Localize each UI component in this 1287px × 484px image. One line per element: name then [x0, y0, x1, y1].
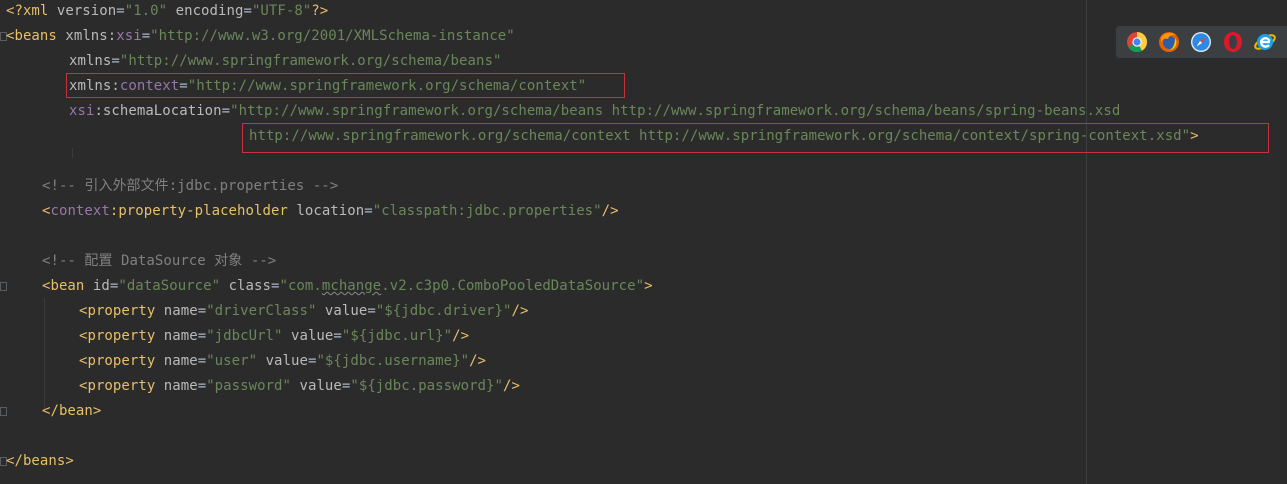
- code-line-bean-close: </bean>: [42, 403, 102, 419]
- code-editor[interactable]: <?xml version="1.0" encoding="UTF-8"?> <…: [0, 0, 1287, 484]
- code-line-property-driverclass: <property name="driverClass" value="${jd…: [79, 303, 529, 319]
- code-line-property-password: <property name="password" value="${jdbc.…: [79, 378, 520, 394]
- chrome-icon[interactable]: [1125, 30, 1149, 54]
- code-comment-external-file: <!-- 引入外部文件:jdbc.properties -->: [42, 178, 339, 194]
- highlight-context-schema: [242, 123, 1269, 153]
- right-margin-guide: [1086, 0, 1087, 484]
- firefox-icon[interactable]: [1157, 30, 1181, 54]
- browser-launch-toolbar: [1116, 26, 1287, 58]
- opera-icon[interactable]: [1221, 30, 1245, 54]
- highlight-xmlns-context: [66, 73, 625, 98]
- code-line-xml-declaration: <?xml version="1.0" encoding="UTF-8"?>: [6, 3, 329, 19]
- code-line-property-jdbcurl: <property name="jdbcUrl" value="${jdbc.u…: [79, 328, 470, 344]
- code-line-schema-location: xsi:schemaLocation="http://www.springfra…: [69, 103, 1121, 119]
- code-line-xmlns: xmlns="http://www.springframework.org/sc…: [69, 53, 502, 69]
- ie-icon[interactable]: [1253, 30, 1277, 54]
- code-line-bean-open: <bean id="dataSource" class="com.mchange…: [42, 278, 653, 294]
- fold-marker[interactable]: [0, 407, 7, 416]
- code-line-beans-close: </beans>: [6, 453, 74, 469]
- code-line-beans-open: <beans xmlns:xsi="http://www.w3.org/2001…: [6, 28, 515, 44]
- fold-marker[interactable]: [0, 282, 7, 291]
- code-line-property-placeholder: <context:property-placeholder location="…: [42, 203, 619, 219]
- spelling-warning: mchange: [321, 278, 382, 294]
- safari-icon[interactable]: [1189, 30, 1213, 54]
- indent-guide: [44, 298, 45, 410]
- indent-guide: [72, 148, 73, 158]
- code-line-property-user: <property name="user" value="${jdbc.user…: [79, 353, 487, 369]
- code-comment-datasource: <!-- 配置 DataSource 对象 -->: [42, 253, 277, 269]
